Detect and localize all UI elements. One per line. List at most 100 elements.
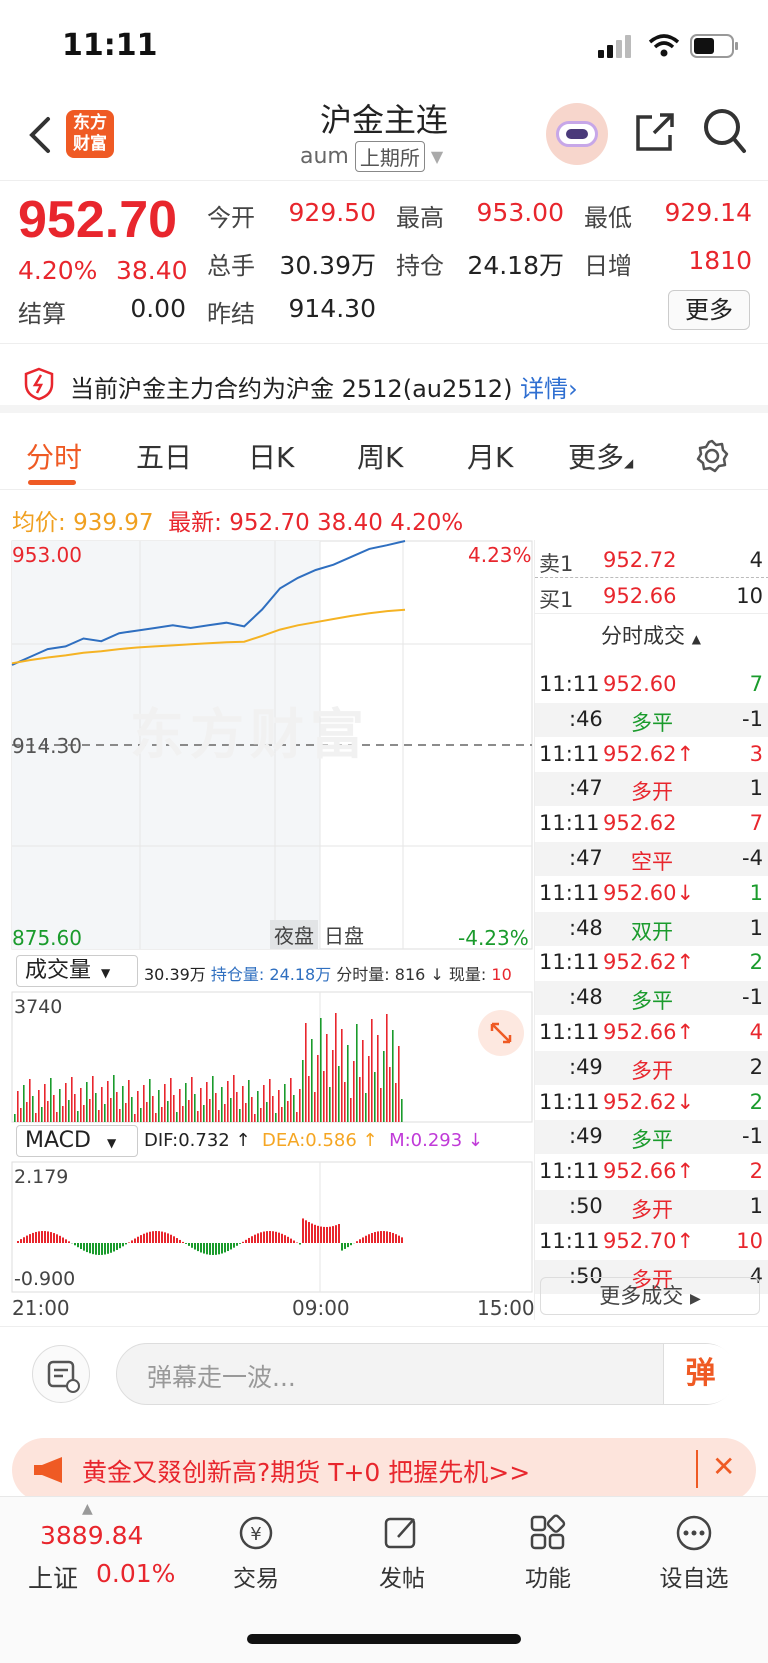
tick-time: 11:11	[539, 1159, 600, 1184]
volume-bar	[32, 1096, 34, 1122]
tab-more[interactable]: 更多◢	[568, 436, 633, 476]
volume-bar	[77, 1111, 79, 1122]
volume-bar	[104, 1104, 106, 1122]
volume-bar	[35, 1113, 37, 1122]
search-icon[interactable]	[702, 107, 748, 155]
tab-intraday[interactable]: 分时	[26, 436, 82, 476]
tab-monthly-k[interactable]: 月K	[467, 436, 513, 476]
danmu-send-button[interactable]: 弹	[663, 1344, 737, 1404]
indicator-select-macd[interactable]: MACD ▼	[16, 1125, 138, 1157]
index-pct[interactable]: 0.01%	[96, 1559, 175, 1588]
vol-total: 30.39万	[144, 965, 206, 984]
volume-bar	[203, 1105, 205, 1122]
macd-bar	[188, 1243, 190, 1246]
tick-kind: 多平	[631, 710, 673, 735]
price-summary: 均价: 939.97 最新: 952.70 38.40 4.20%	[12, 503, 463, 537]
macd-bar	[53, 1233, 55, 1243]
low-value: 929.14	[664, 198, 752, 227]
macd-bar	[26, 1235, 28, 1243]
night-session-label: 夜盘	[270, 920, 318, 949]
index-name[interactable]: 上证	[28, 1559, 78, 1595]
tick-time: 11:11	[539, 1020, 600, 1044]
volume-bar	[53, 1095, 55, 1122]
intraday-chart[interactable]: 东方财富 953.00 4.23% 914.30 875.60 -4.23% 夜…	[0, 540, 535, 1320]
close-icon[interactable]: ✕	[712, 1450, 735, 1483]
macd-bar	[365, 1235, 367, 1243]
notice-detail-link[interactable]: 详情	[520, 375, 568, 403]
macd-bar	[95, 1243, 97, 1255]
volume-bar	[152, 1096, 154, 1122]
ticks-title[interactable]: 分时成交 ▲	[601, 620, 701, 650]
min-vol: 分时量: 816 ↓	[336, 965, 444, 984]
macd-bar	[152, 1231, 154, 1243]
tick-time: 11:11	[539, 1089, 600, 1114]
macd-bar	[191, 1243, 193, 1248]
tab-watchlist[interactable]: 设自选	[634, 1513, 754, 1593]
last-change: 38.40	[317, 510, 383, 536]
tab-post[interactable]: 发帖	[342, 1513, 462, 1593]
x-start-label: 21:00	[12, 1296, 70, 1320]
macd-bar	[323, 1226, 325, 1243]
tab-five-day[interactable]: 五日	[136, 436, 192, 476]
more-button[interactable]: 更多	[668, 290, 750, 330]
index-value[interactable]: 3889.84	[40, 1521, 143, 1550]
volume-bar	[248, 1080, 250, 1122]
chart-bottom-price: 875.60	[12, 926, 82, 950]
tick-kind: 空平	[631, 850, 673, 874]
volume-bar	[194, 1094, 196, 1122]
settings-gear-icon[interactable]	[694, 438, 730, 474]
macd-dea: DEA:0.586 ↑	[261, 1130, 378, 1151]
tick-time: :49	[569, 1054, 603, 1079]
volume-bar	[329, 1087, 331, 1122]
tick-volume: -1	[742, 985, 763, 1010]
volume-bar	[377, 1035, 379, 1122]
share-icon[interactable]	[632, 109, 678, 155]
volume-bar	[308, 1076, 310, 1122]
macd-bar	[194, 1243, 196, 1250]
macd-bar	[278, 1232, 280, 1243]
volume-bar	[200, 1088, 202, 1122]
tab-trade[interactable]: ¥ 交易	[196, 1513, 316, 1593]
macd-bar	[68, 1241, 70, 1243]
danmu-toggle-icon[interactable]	[32, 1345, 90, 1403]
macd-dif: DIF:0.732 ↑	[144, 1130, 251, 1151]
macd-info: DIF:0.732 ↑ DEA:0.586 ↑ M:0.293 ↓	[144, 1130, 483, 1151]
macd-bar	[248, 1237, 250, 1243]
danmu-input[interactable]: 弹幕走一波... 弹	[116, 1343, 737, 1405]
expand-icon[interactable]	[478, 1010, 524, 1056]
volume-bar	[374, 1072, 376, 1122]
macd-bar	[137, 1236, 139, 1243]
macd-bar	[167, 1233, 169, 1243]
more-deals-button[interactable]: 更多成交 ▶	[540, 1277, 760, 1315]
volume-bar	[182, 1106, 184, 1122]
tab-weekly-k[interactable]: 周K	[357, 436, 403, 476]
volume-bar	[29, 1079, 31, 1122]
signal-icon	[598, 35, 631, 58]
position-value: 24.18万	[467, 251, 564, 280]
indicator-select-volume[interactable]: 成交量 ▼	[16, 955, 138, 987]
tab-trade-label: 交易	[233, 1566, 279, 1592]
volume-bar	[344, 1082, 346, 1122]
tab-daily-k[interactable]: 日K	[248, 436, 294, 476]
status-bar: 11:11	[0, 0, 768, 95]
volume-bar	[128, 1080, 130, 1122]
macd-bar	[206, 1243, 208, 1255]
volume-bar	[254, 1114, 256, 1122]
macd-bar	[257, 1233, 259, 1243]
macd-bar	[221, 1243, 223, 1254]
volume-bar	[107, 1081, 109, 1122]
macd-bar	[377, 1231, 379, 1243]
robot-assistant-icon[interactable]	[546, 103, 608, 165]
contract-subtitle[interactable]: aum 上期所 ▼	[300, 141, 443, 172]
volume-bar	[278, 1090, 280, 1122]
volume-bar	[356, 1024, 358, 1122]
macd-bar	[287, 1236, 289, 1243]
macd-bar	[305, 1220, 307, 1243]
volume-bar	[335, 1013, 337, 1122]
promo-divider	[696, 1450, 698, 1488]
ask-1-vol: 4	[749, 548, 763, 572]
macd-bar	[215, 1243, 217, 1255]
tab-functions[interactable]: 功能	[488, 1513, 608, 1593]
volume-bar	[326, 1034, 328, 1122]
promo-banner[interactable]: 黄金又叕创新高?期货 T+0 把握先机>> ✕	[12, 1438, 756, 1502]
